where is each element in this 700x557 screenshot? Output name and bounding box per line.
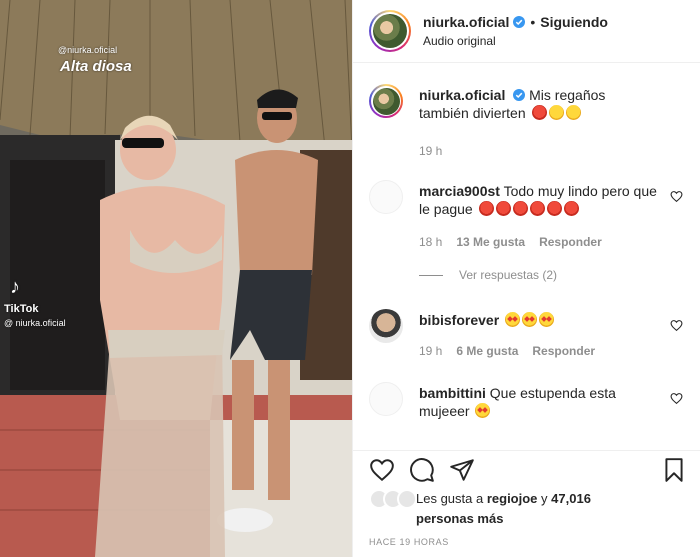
commenter-avatar[interactable] bbox=[369, 382, 403, 416]
comment-username[interactable]: bambittini bbox=[419, 385, 486, 401]
heart-eyes-icon bbox=[512, 201, 528, 216]
comment-likes[interactable]: 6 Me gusta bbox=[456, 344, 518, 358]
post-media[interactable]: @niurka.oficial Alta diosa ♪ TikTok @ ni… bbox=[0, 0, 352, 557]
grinning-sweat-icon bbox=[548, 105, 564, 120]
caption-text: niurka.oficial Mis regaños también divie… bbox=[419, 86, 659, 122]
liker-avatars[interactable] bbox=[369, 489, 417, 509]
reply-button[interactable]: Responder bbox=[532, 344, 595, 358]
comment-like-icon[interactable] bbox=[670, 319, 683, 332]
heart-eyes-icon bbox=[495, 201, 511, 216]
comment-likes[interactable]: 13 Me gusta bbox=[456, 235, 525, 249]
heart-eyes-icon bbox=[529, 201, 545, 216]
comment-like-icon[interactable] bbox=[670, 392, 683, 405]
separator-dot: • bbox=[530, 14, 536, 30]
tiktok-name: TikTok bbox=[4, 303, 39, 315]
instagram-post: @niurka.oficial Alta diosa ♪ TikTok @ ni… bbox=[0, 0, 700, 557]
tiktok-handle: @ niurka.oficial bbox=[4, 318, 66, 328]
commenter-avatar[interactable] bbox=[369, 309, 403, 343]
commenter-avatar[interactable] bbox=[369, 180, 403, 214]
star-struck-icon bbox=[475, 403, 491, 418]
comment-time: 19 h bbox=[419, 344, 443, 358]
caption-avatar[interactable] bbox=[369, 84, 403, 118]
share-icon[interactable] bbox=[449, 457, 475, 483]
overlay-caption: Alta diosa bbox=[60, 58, 132, 75]
heart-eyes-icon bbox=[478, 201, 494, 216]
avatar[interactable] bbox=[373, 14, 407, 48]
star-struck-icon bbox=[539, 312, 555, 327]
audio-link[interactable]: Audio original bbox=[423, 34, 608, 48]
story-ring[interactable] bbox=[369, 10, 411, 52]
comment-username[interactable]: marcia900st bbox=[419, 183, 500, 199]
avatar bbox=[397, 489, 417, 509]
caption-username[interactable]: niurka.oficial bbox=[419, 87, 505, 103]
header-username[interactable]: niurka.oficial bbox=[423, 14, 509, 30]
comments-list[interactable]: niurka.oficial Mis regaños también divie… bbox=[353, 64, 700, 450]
heart-eyes-icon bbox=[563, 201, 579, 216]
reply-button[interactable]: Responder bbox=[539, 235, 602, 249]
bookmark-icon[interactable] bbox=[661, 457, 687, 483]
verified-icon bbox=[513, 16, 526, 28]
comment-username[interactable]: bibisforever bbox=[419, 312, 499, 328]
actions-bar: Les gusta a regiojoe y 47,016 personas m… bbox=[353, 450, 700, 557]
tiktok-logo-icon: ♪ bbox=[10, 276, 20, 298]
heart-eyes-icon bbox=[546, 201, 562, 216]
post-header: niurka.oficial • Siguiendo Audio origina… bbox=[353, 0, 700, 63]
following-button[interactable]: Siguiendo bbox=[540, 14, 608, 30]
likes-summary[interactable]: Les gusta a regiojoe y 47,016 personas m… bbox=[416, 489, 616, 529]
rofl-face-icon bbox=[565, 105, 581, 120]
angry-face-icon bbox=[531, 105, 547, 120]
heart-icon[interactable] bbox=[369, 457, 395, 483]
star-struck-icon bbox=[522, 312, 538, 327]
video-frame bbox=[0, 0, 352, 557]
view-replies[interactable]: Ver respuestas (2) bbox=[419, 268, 557, 282]
comment-like-icon[interactable] bbox=[670, 190, 683, 203]
liker-username[interactable]: regiojoe bbox=[487, 491, 538, 506]
comment-icon[interactable] bbox=[409, 457, 435, 483]
verified-icon bbox=[513, 89, 526, 101]
caption-time: 19 h bbox=[419, 144, 443, 158]
post-sidebar: niurka.oficial • Siguiendo Audio origina… bbox=[352, 0, 700, 557]
post-timestamp: HACE 19 HORAS bbox=[369, 537, 449, 547]
star-struck-icon bbox=[505, 312, 521, 327]
comment-time: 18 h bbox=[419, 235, 443, 249]
watermark-handle: @niurka.oficial bbox=[58, 45, 118, 55]
